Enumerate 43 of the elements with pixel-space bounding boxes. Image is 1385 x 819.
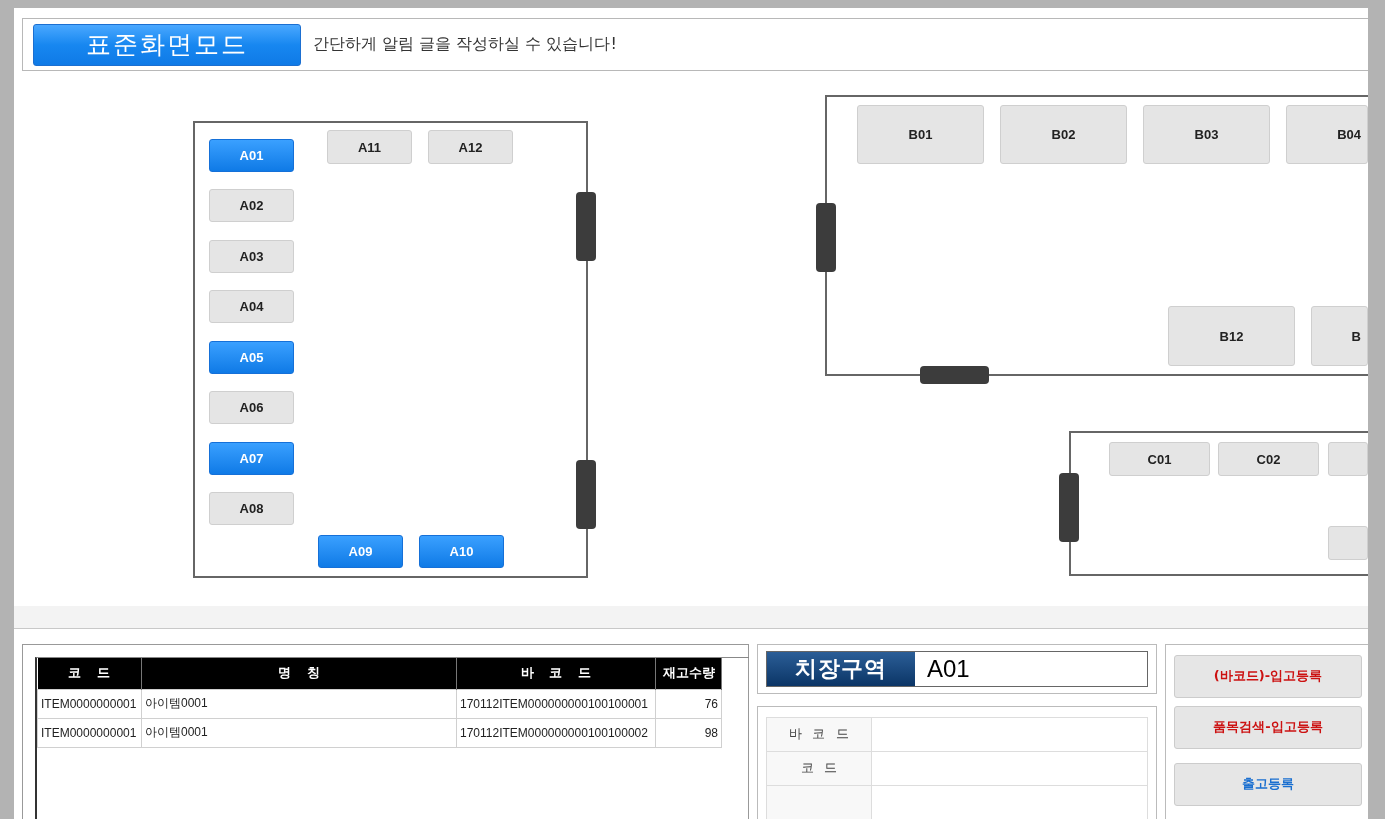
action-button[interactable]: 출고등록 [1174, 763, 1362, 806]
door-handle [1059, 473, 1079, 543]
action-button[interactable]: (바코드)-입고등록 [1174, 655, 1362, 698]
field-label: 바 코 드 [767, 718, 872, 751]
field-label: 코 드 [767, 752, 872, 785]
slot-button[interactable]: B12 [1168, 306, 1295, 367]
door-handle [920, 366, 989, 385]
table-cell: 170112ITEM000000000100100001 [456, 689, 656, 719]
door-handle [576, 460, 596, 530]
slot-button[interactable]: B04 [1286, 105, 1368, 165]
slot-button[interactable]: B02 [1000, 105, 1127, 165]
slot-button[interactable]: B [1311, 306, 1368, 367]
notice-text: 간단하게 알림 글을 작성하실 수 있습니다! [313, 34, 617, 56]
slot-button[interactable] [1328, 526, 1368, 561]
table-cell: 76 [655, 689, 722, 719]
slot-button[interactable]: C01 [1109, 442, 1210, 477]
door-handle [816, 203, 836, 273]
column-header: 코 드 [37, 658, 142, 690]
slot-button[interactable]: B03 [1143, 105, 1270, 165]
slot-button[interactable]: C02 [1218, 442, 1319, 477]
table-cell: 아이템0001 [141, 689, 457, 719]
slot-button[interactable]: A03 [209, 240, 294, 274]
slot-button[interactable]: A04 [209, 290, 294, 324]
slot-button[interactable]: A06 [209, 391, 294, 425]
table-cell: 98 [655, 718, 722, 748]
table-cell: 아이템0001 [141, 718, 457, 748]
column-header: 바 코 드 [456, 658, 656, 690]
slot-button[interactable]: A08 [209, 492, 294, 526]
slot-button[interactable]: B01 [857, 105, 984, 165]
slot-button[interactable]: A02 [209, 189, 294, 223]
column-header: 명 칭 [141, 658, 457, 690]
column-header: 재고수량 [655, 658, 722, 690]
mode-button[interactable]: 표준화면모드 [33, 23, 301, 66]
slot-button[interactable] [1328, 442, 1368, 477]
area-label: 치장구역 [767, 652, 915, 686]
action-button[interactable]: 품목검색-입고등록 [1174, 706, 1362, 749]
door-handle [576, 192, 596, 262]
table-cell: ITEM0000000001 [37, 718, 142, 748]
table-cell: 170112ITEM000000000100100002 [456, 718, 656, 748]
slot-button[interactable]: A12 [428, 130, 513, 165]
slot-button[interactable]: A11 [327, 130, 412, 165]
area-value: A01 [926, 654, 971, 684]
table-cell: ITEM0000000001 [37, 689, 142, 719]
